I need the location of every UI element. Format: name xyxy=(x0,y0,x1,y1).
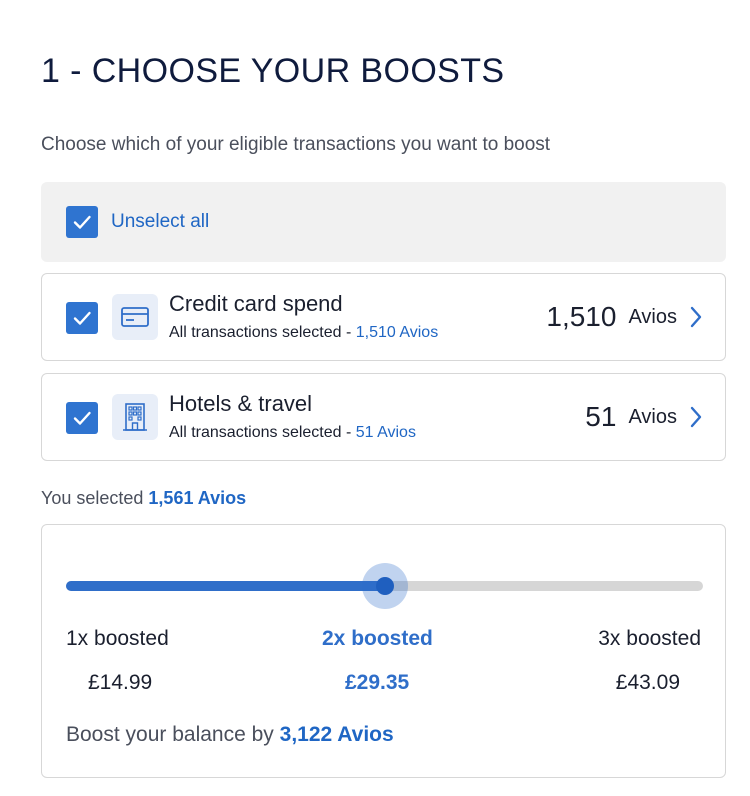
hotels-checkbox[interactable] xyxy=(66,402,98,434)
unselect-all-checkbox[interactable] xyxy=(66,206,98,238)
boost-balance-value: 3,122 Avios xyxy=(279,723,394,746)
category-amount: 1,510 xyxy=(546,301,617,332)
selection-summary: You selected 1,561 Avios xyxy=(41,488,247,508)
category-subtitle: All transactions selected - 1,510 Avios xyxy=(169,324,439,341)
category-card-hotels[interactable]: Hotels & travel All transactions selecte… xyxy=(41,373,726,461)
category-amount: 51 xyxy=(585,401,617,432)
boost-option-3x-price: £43.09 xyxy=(615,671,680,694)
unselect-all-row[interactable]: Unselect all xyxy=(41,182,726,262)
hotel-building-icon xyxy=(112,394,158,440)
page-title: 1 - CHOOSE YOUR BOOSTS xyxy=(41,52,505,90)
category-unit: Avios xyxy=(628,305,677,328)
credit-card-icon xyxy=(112,294,158,340)
boost-panel: 1x boosted 2x boosted 3x boosted £14.99 … xyxy=(41,524,726,778)
boost-option-1x-price: £14.99 xyxy=(88,671,153,694)
checkmark-icon xyxy=(73,311,91,325)
category-subtitle: All transactions selected - 51 Avios xyxy=(169,424,416,441)
category-unit: Avios xyxy=(628,405,677,428)
selected-avios: 1,561 Avios xyxy=(148,488,247,508)
chevron-right-icon[interactable] xyxy=(689,405,703,429)
boost-option-2x-label[interactable]: 2x boosted xyxy=(322,627,433,651)
boost-option-3x-label[interactable]: 3x boosted xyxy=(598,627,701,651)
boost-balance-summary: Boost your balance by 3,122 Avios xyxy=(66,723,394,746)
boost-option-2x-price: £29.35 xyxy=(345,671,410,694)
credit-card-checkbox[interactable] xyxy=(66,302,98,334)
category-title: Credit card spend xyxy=(169,291,343,316)
boost-slider-handle[interactable] xyxy=(375,577,394,595)
boost-option-1x-label[interactable]: 1x boosted xyxy=(66,627,169,651)
category-amount-group[interactable]: 51 Avios xyxy=(585,374,703,460)
checkmark-icon xyxy=(73,411,91,425)
category-title: Hotels & travel xyxy=(169,391,313,416)
chevron-right-icon[interactable] xyxy=(689,305,703,329)
category-amount-group[interactable]: 1,510 Avios xyxy=(546,274,703,360)
checkmark-icon xyxy=(73,215,91,229)
boost-slider-fill xyxy=(66,581,385,591)
category-card-credit-card[interactable]: Credit card spend All transactions selec… xyxy=(41,273,726,361)
page-subtitle: Choose which of your eligible transactio… xyxy=(41,134,551,155)
unselect-all-label[interactable]: Unselect all xyxy=(111,211,209,233)
